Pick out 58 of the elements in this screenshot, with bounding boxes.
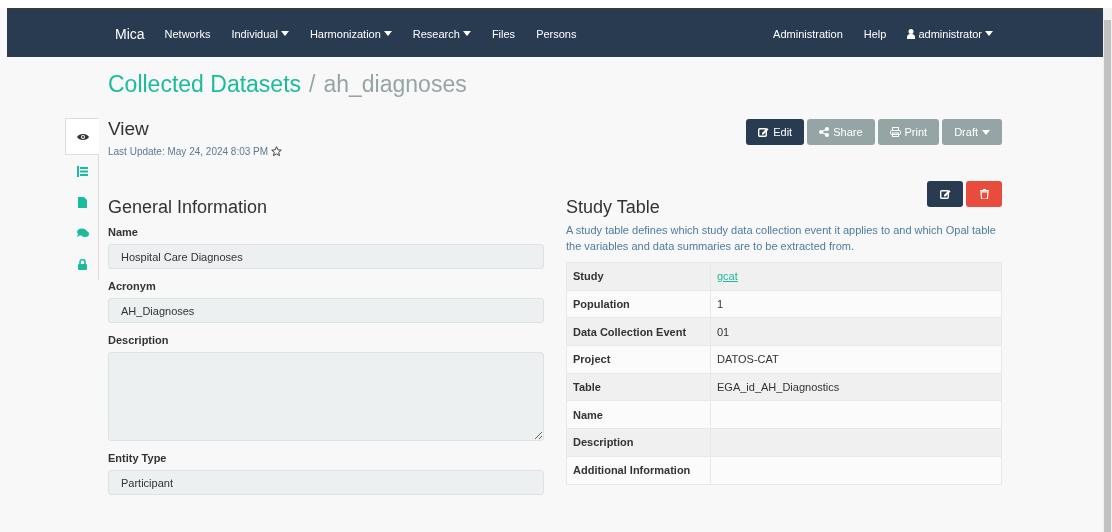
table-cell: Name [566, 400, 711, 429]
nav-link[interactable]: Files [491, 27, 516, 40]
printer-icon [889, 127, 901, 137]
description-text: A study table defines which study data collection event it applies to and which Opal table the variables and data summaries are to be extracted from. [566, 223, 997, 254]
brand-logo[interactable]: Mica [115, 25, 145, 42]
input-field[interactable]: AH_Diagnoses [108, 298, 544, 323]
edit-button[interactable] [927, 181, 963, 207]
file-icon [78, 196, 87, 208]
field-label: Description [108, 334, 170, 346]
user-menu[interactable]: administrator [907, 27, 993, 40]
input-field[interactable]: Participant [108, 470, 544, 495]
table-cell: 01 [717, 325, 730, 338]
caret-icon [280, 31, 289, 36]
section-title: View [108, 118, 150, 140]
nav-link[interactable]: Persons [536, 27, 577, 40]
caret-icon [985, 31, 993, 36]
table-cell: Additional Information [566, 456, 711, 484]
trash-icon [979, 189, 989, 199]
input-field[interactable]: Hospital Care Diagnoses [108, 244, 544, 269]
nav-link[interactable]: Individual [231, 27, 289, 40]
table-cell: Description [566, 428, 711, 457]
table-cell: Population [566, 290, 711, 318]
caret-icon [383, 31, 392, 36]
star-icon[interactable] [271, 146, 283, 157]
edit-icon [758, 127, 770, 137]
table-cell: Data Collection Event [566, 317, 711, 346]
nav-link[interactable]: Research [412, 27, 471, 40]
field-label: Name [108, 226, 139, 238]
comments-icon [76, 228, 89, 239]
table-cell: Table [566, 373, 711, 401]
scrollbar[interactable] [1103, 8, 1112, 532]
table-cell: EGA_id_AH_Diagnostics [717, 381, 840, 394]
nav-link[interactable]: Networks [164, 27, 211, 40]
caret-icon [982, 129, 990, 135]
caret-icon [462, 31, 471, 36]
page-title: ah_diagnoses [323, 71, 467, 99]
table-cell: Study [566, 262, 711, 291]
eye-icon [76, 132, 89, 141]
last-update: Last Update: May 24, 2024 8:03 PM [108, 146, 269, 157]
sidebar-tab[interactable] [65, 118, 99, 156]
nav-link[interactable]: Administration [773, 27, 843, 40]
field-label: Acronym [108, 280, 157, 292]
list-icon [77, 165, 88, 177]
nav-link[interactable]: Harmonization [309, 27, 392, 40]
table-cell: DATOS-CAT [717, 353, 779, 366]
section-title: Study Table [566, 196, 660, 219]
edit-button[interactable]: Edit [746, 119, 805, 145]
text-area[interactable] [108, 352, 544, 441]
section-title: General Information [108, 196, 269, 219]
table-cell: 1 [717, 298, 724, 311]
table-cell: Project [566, 345, 711, 374]
nav-link[interactable]: Help [863, 27, 887, 40]
lock-icon [78, 258, 87, 270]
field-label: Entity Type [108, 452, 168, 464]
breadcrumb-separator: / [309, 71, 316, 99]
user-icon [907, 28, 916, 39]
share-icon [819, 127, 830, 137]
edit-icon [939, 189, 951, 199]
